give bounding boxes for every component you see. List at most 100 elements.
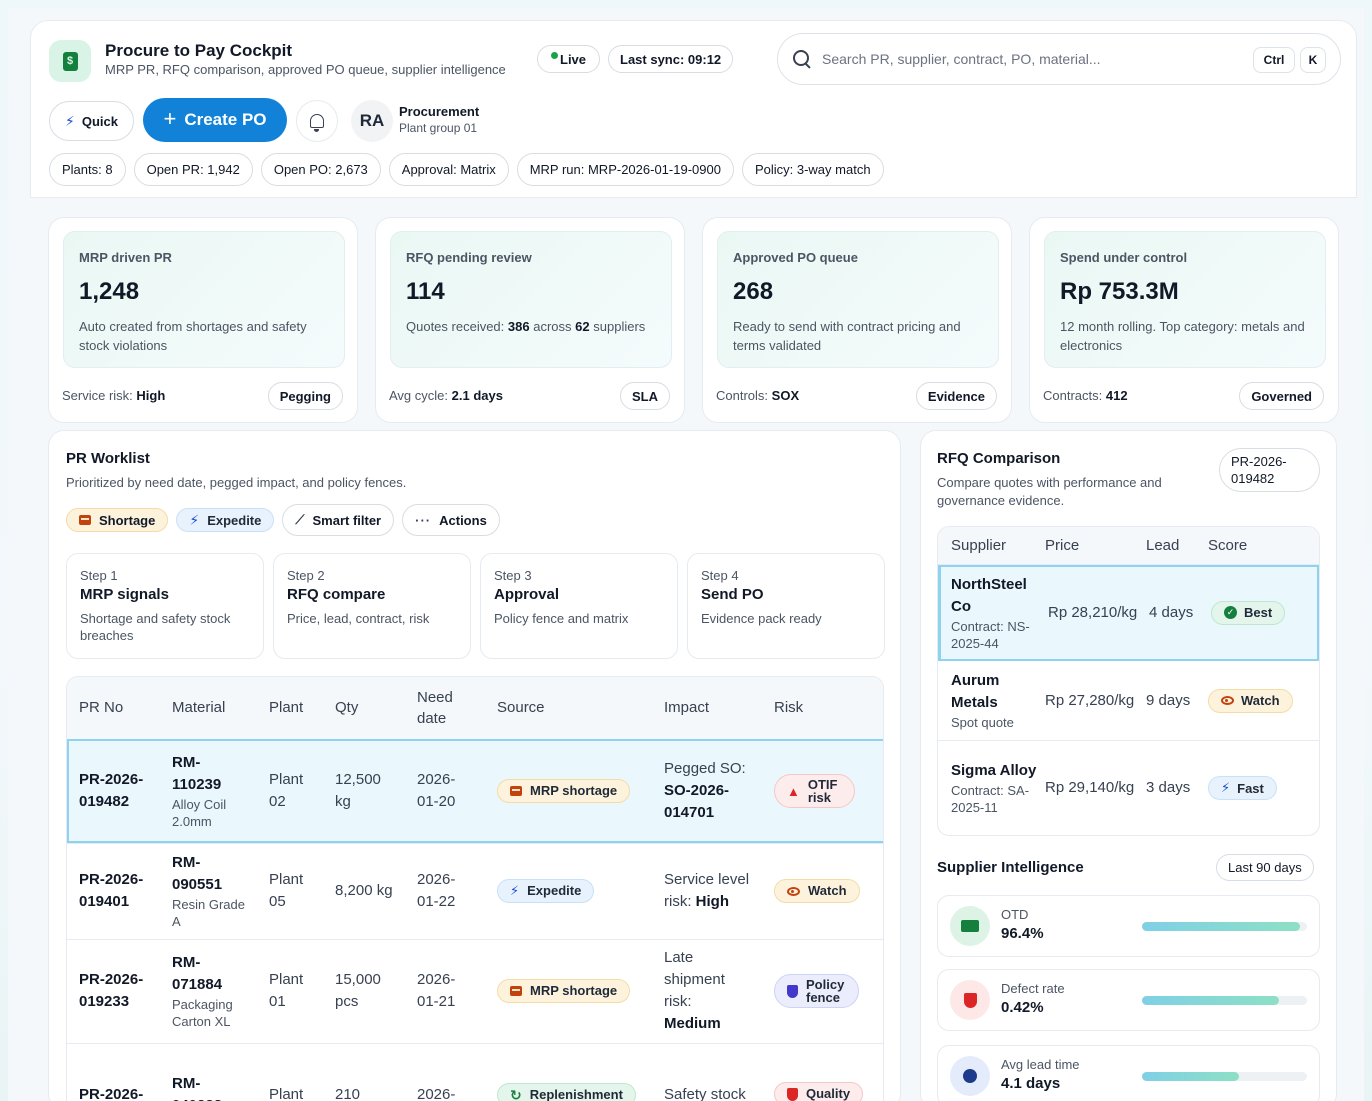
check-circle-icon: ✓: [1224, 606, 1237, 619]
live-dot-icon: [551, 51, 558, 59]
filter-shortage-label: Shortage: [99, 512, 156, 528]
col-need-date[interactable]: Need date: [405, 677, 485, 740]
rfq-row[interactable]: Sigma Alloy Contract: SA-2025-11 Rp 29,1…: [938, 741, 1319, 835]
kpi-tag-button[interactable]: Governed: [1239, 382, 1324, 410]
refresh-icon: ↻: [510, 1087, 522, 1101]
kpi-footer: Controls: SOX: [716, 388, 799, 403]
kpi-card-approved-po[interactable]: Approved PO queue 268 Ready to send with…: [702, 217, 1012, 423]
col-supplier[interactable]: Supplier: [938, 537, 1045, 554]
need-date-cell: 2026-01-20: [405, 739, 485, 844]
pr-number: PR-2026-: [67, 1043, 160, 1101]
chip-policy[interactable]: Policy: 3-way match: [741, 153, 884, 186]
qty-cell: 12,500 kg: [323, 739, 405, 844]
impact-value: SO-2026-014701: [664, 782, 730, 821]
step-card[interactable]: Step 1 MRP signals Shortage and safety s…: [66, 553, 264, 659]
eye-icon: [787, 886, 800, 896]
col-plant[interactable]: Plant: [257, 677, 323, 740]
table-row[interactable]: PR-2026-019233 RM-071884 Packaging Carton…: [67, 939, 883, 1044]
risk-badge: Policy fence: [774, 974, 859, 1008]
supplier-name: Sigma Alloy: [951, 762, 1037, 779]
table-row[interactable]: PR-2026- RM-040233 Plant 210 2026- ↻ Repl…: [67, 1043, 883, 1101]
live-label: Live: [560, 51, 587, 67]
chip-open-po[interactable]: Open PO: 2,673: [260, 153, 381, 186]
rfq-row[interactable]: Aurum Metals Spot quote Rp 27,280/kg 9 d…: [938, 661, 1319, 741]
step-card[interactable]: Step 2 RFQ compare Price, lead, contract…: [273, 553, 471, 659]
kpi-highlight: RFQ pending review 114 Quotes received: …: [390, 231, 672, 368]
pr-table: PR No Material Plant Qty Need date Sourc…: [66, 676, 884, 1101]
filter-shortage[interactable]: Shortage: [66, 508, 169, 532]
quick-button[interactable]: ⚡ Quick: [49, 101, 134, 141]
col-price[interactable]: Price: [1045, 537, 1146, 554]
table-row[interactable]: PR-2026-019482 RM-110239 Alloy Coil 2.0mm…: [67, 739, 883, 844]
box-icon: [510, 986, 522, 996]
kpi-card-rfq-pending[interactable]: RFQ pending review 114 Quotes received: …: [375, 217, 685, 423]
range-selector[interactable]: Last 90 days: [1216, 854, 1314, 881]
table-row[interactable]: PR-2026-019401 RM-090551 Resin Grade A Pl…: [67, 843, 883, 940]
col-score[interactable]: Score: [1208, 537, 1319, 554]
chip-plants[interactable]: Plants: 8: [49, 153, 126, 186]
risk-cell: Watch: [762, 843, 883, 940]
col-pr-no[interactable]: PR No: [67, 677, 160, 740]
actions-button[interactable]: ··· Actions: [402, 504, 500, 536]
kpi-card-spend[interactable]: Spend under control Rp 753.3M 12 month r…: [1029, 217, 1339, 423]
score-badge: Watch: [1208, 688, 1293, 713]
source-badge: ⚡ Expedite: [497, 879, 595, 903]
step-title: MRP signals: [80, 586, 169, 603]
lead-cell: 4 days: [1149, 603, 1194, 621]
step-title: Approval: [494, 586, 560, 603]
col-lead[interactable]: Lead: [1146, 537, 1208, 554]
filter-expedite[interactable]: ⚡ Expedite: [176, 508, 275, 532]
shortcut-ctrl-key: Ctrl: [1253, 47, 1295, 73]
step-number: Step 4: [701, 568, 739, 583]
notifications-button[interactable]: [296, 100, 338, 142]
chip-open-pr[interactable]: Open PR: 1,942: [133, 153, 253, 186]
lightning-icon: ⚡: [189, 511, 200, 528]
kpi-desc-mid: across: [533, 319, 572, 334]
search-input[interactable]: [822, 51, 1242, 67]
step-card[interactable]: Step 4 Send PO Evidence pack ready: [687, 553, 885, 659]
risk-cell: Policy fence: [762, 939, 883, 1044]
metric-bar: [1142, 922, 1307, 931]
source-label: Expedite: [527, 883, 582, 898]
kpi-card-mrp-pr[interactable]: MRP driven PR 1,248 Auto created from sh…: [48, 217, 358, 423]
context-chips: Plants: 8 Open PR: 1,942 Open PO: 2,673 …: [49, 153, 884, 186]
material-code: RM-090551: [172, 854, 223, 893]
avatar[interactable]: RA: [351, 100, 393, 142]
metric-card-otd: OTD 96.4%: [937, 895, 1320, 957]
risk-badge: Quality: [774, 1082, 864, 1101]
kpi-value: 114: [406, 278, 445, 305]
plant-cell: Plant 02: [257, 739, 323, 844]
need-date-cell: 2026-01-21: [405, 939, 485, 1044]
kpi-foot-value: SOX: [771, 388, 800, 403]
col-qty[interactable]: Qty: [323, 677, 405, 740]
rfq-pr-reference[interactable]: PR-2026-019482: [1219, 448, 1320, 492]
col-source[interactable]: Source: [485, 677, 652, 740]
source-badge: ↻ Replenishment: [497, 1083, 636, 1101]
kpi-foot-label: Controls:: [716, 388, 769, 403]
app-subtitle: MRP PR, RFQ comparison, approved PO queu…: [105, 62, 506, 77]
kpi-highlight: MRP driven PR 1,248 Auto created from sh…: [63, 231, 345, 368]
chip-approval[interactable]: Approval: Matrix: [388, 153, 509, 186]
col-impact[interactable]: Impact: [652, 677, 762, 740]
score-cell: ✓ Best: [1211, 600, 1319, 625]
rfq-row[interactable]: NorthSteel Co Contract: NS-2025-44 Rp 28…: [938, 565, 1319, 661]
risk-label: Watch: [808, 883, 847, 898]
process-steps: Step 1 MRP signals Shortage and safety s…: [66, 553, 885, 659]
score-cell: Watch: [1208, 688, 1319, 713]
chip-mrp-run[interactable]: MRP run: MRP-2026-01-19-0900: [516, 153, 734, 186]
col-risk[interactable]: Risk: [762, 677, 883, 740]
kpi-tag-button[interactable]: SLA: [620, 382, 670, 410]
kpi-tag-button[interactable]: Pegging: [267, 382, 343, 410]
kpi-title: Approved PO queue: [733, 250, 858, 265]
price-cell: Rp 29,140/kg: [1045, 779, 1135, 796]
global-search[interactable]: Ctrl K: [777, 33, 1341, 85]
risk-label: Policy fence: [806, 977, 845, 1005]
create-po-button[interactable]: + Create PO: [143, 98, 287, 142]
step-card[interactable]: Step 3 Approval Policy fence and matrix: [480, 553, 678, 659]
smart-filter-button[interactable]: ⟋ Smart filter: [282, 504, 395, 536]
col-material[interactable]: Material: [160, 677, 257, 740]
kpi-tag-button[interactable]: Evidence: [915, 382, 997, 410]
live-status-pill: Live: [537, 45, 601, 73]
risk-badge: Watch: [774, 879, 860, 903]
lightning-icon: ⚡: [1221, 780, 1231, 795]
